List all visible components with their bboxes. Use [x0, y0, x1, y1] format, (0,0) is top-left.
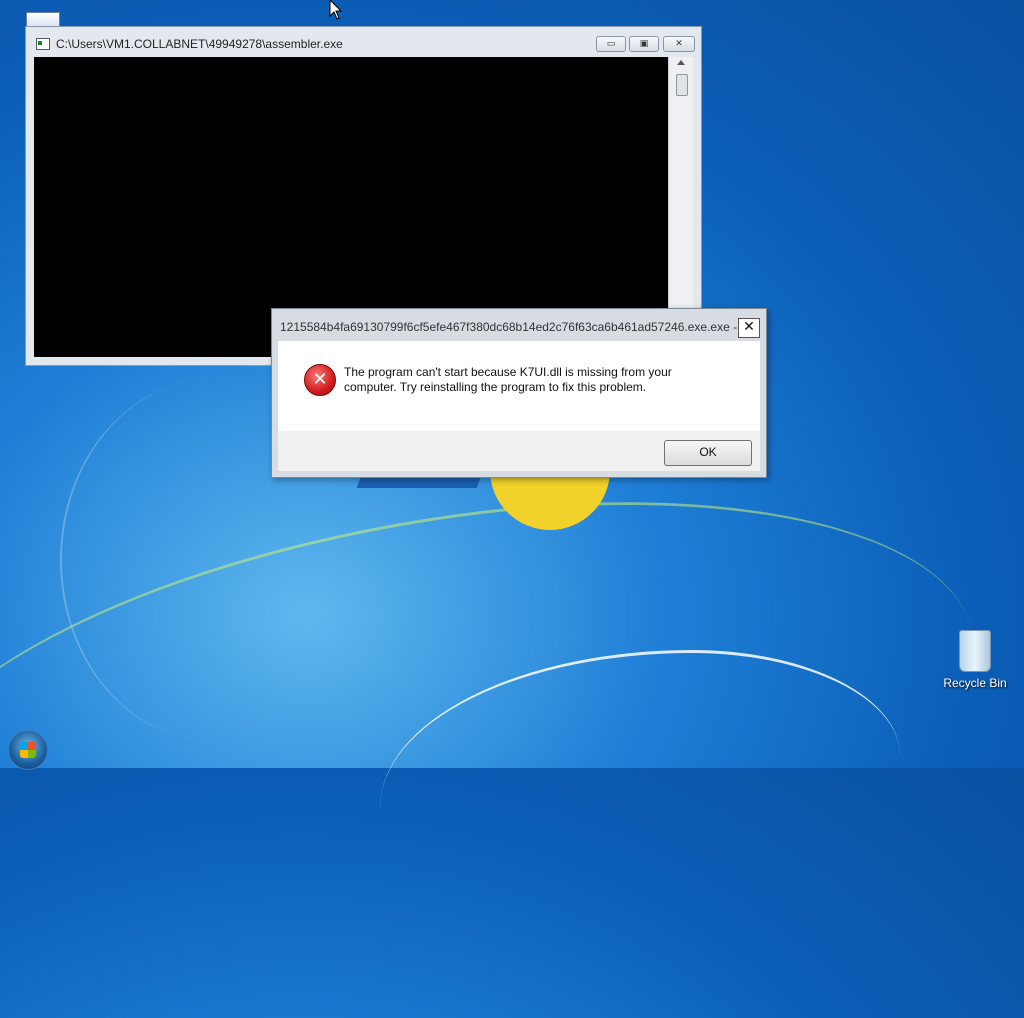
- mouse-cursor-icon: [329, 0, 343, 20]
- error-icon: ✕: [304, 364, 336, 396]
- start-button[interactable]: [8, 730, 48, 770]
- dialog-title: 1215584b4fa69130799f6cf5efe467f380dc68b1…: [280, 320, 740, 334]
- recycle-bin-label: Recycle Bin: [943, 676, 1007, 690]
- console-title: C:\Users\VM1.COLLABNET\49949278\assemble…: [56, 37, 343, 51]
- error-message: The program can't start because K7UI.dll…: [344, 365, 672, 394]
- error-dialog: 1215584b4fa69130799f6cf5efe467f380dc68b1…: [271, 308, 767, 478]
- close-button[interactable]: ✕: [663, 36, 695, 52]
- recycle-bin-icon: [959, 630, 991, 672]
- recycle-bin-desktop-icon[interactable]: Recycle Bin: [940, 630, 1010, 690]
- console-titlebar[interactable]: C:\Users\VM1.COLLABNET\49949278\assemble…: [26, 27, 701, 57]
- dialog-close-button[interactable]: ✕: [738, 318, 760, 338]
- minimize-button[interactable]: ▭: [596, 36, 626, 52]
- scroll-up-icon[interactable]: [677, 60, 685, 65]
- windows-logo-icon: [20, 742, 36, 758]
- scrollbar-thumb[interactable]: [676, 74, 688, 96]
- console-app-icon: [36, 38, 50, 50]
- ok-button[interactable]: OK: [664, 440, 752, 466]
- maximize-button[interactable]: ▣: [629, 36, 659, 52]
- dialog-footer: OK: [278, 431, 760, 471]
- dialog-body: ✕ The program can't start because K7UI.d…: [278, 341, 760, 431]
